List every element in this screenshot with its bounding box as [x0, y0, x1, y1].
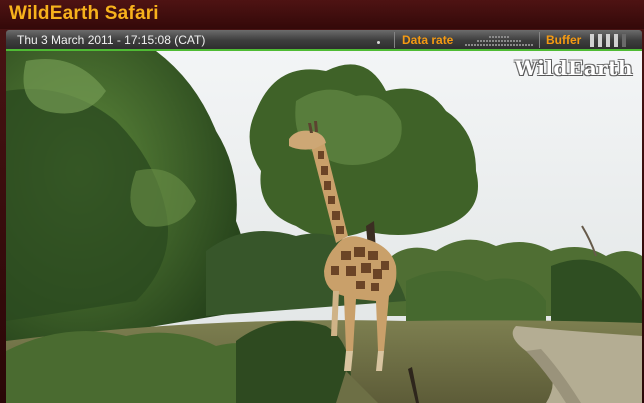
buffer-meter — [590, 34, 626, 47]
timestamp: Thu 3 March 2011 - 17:15:08 (CAT) — [17, 33, 206, 47]
buffer-bar — [622, 34, 626, 47]
buffer-bar — [614, 34, 618, 47]
wildearth-logo-watermark: WildEarth — [514, 56, 633, 80]
divider — [539, 32, 540, 48]
buffer-label: Buffer — [546, 33, 582, 47]
buffer-bar — [606, 34, 610, 47]
activity-dot-icon — [377, 41, 380, 44]
title-bar: WildEarth Safari — [0, 0, 644, 29]
status-bar: Thu 3 March 2011 - 17:15:08 (CAT) Data r… — [6, 30, 642, 51]
buffer-bar — [590, 34, 594, 47]
divider — [394, 32, 395, 48]
app-title: WildEarth Safari — [9, 3, 159, 24]
data-rate-label: Data rate — [402, 33, 454, 47]
app-window: WildEarth Safari Thu 3 March 2011 - 17:1… — [0, 0, 644, 403]
data-rate-meter — [465, 36, 533, 46]
buffer-bar — [598, 34, 602, 47]
video-frame-image — [6, 51, 642, 403]
video-stream[interactable]: WildEarth — [6, 51, 642, 403]
